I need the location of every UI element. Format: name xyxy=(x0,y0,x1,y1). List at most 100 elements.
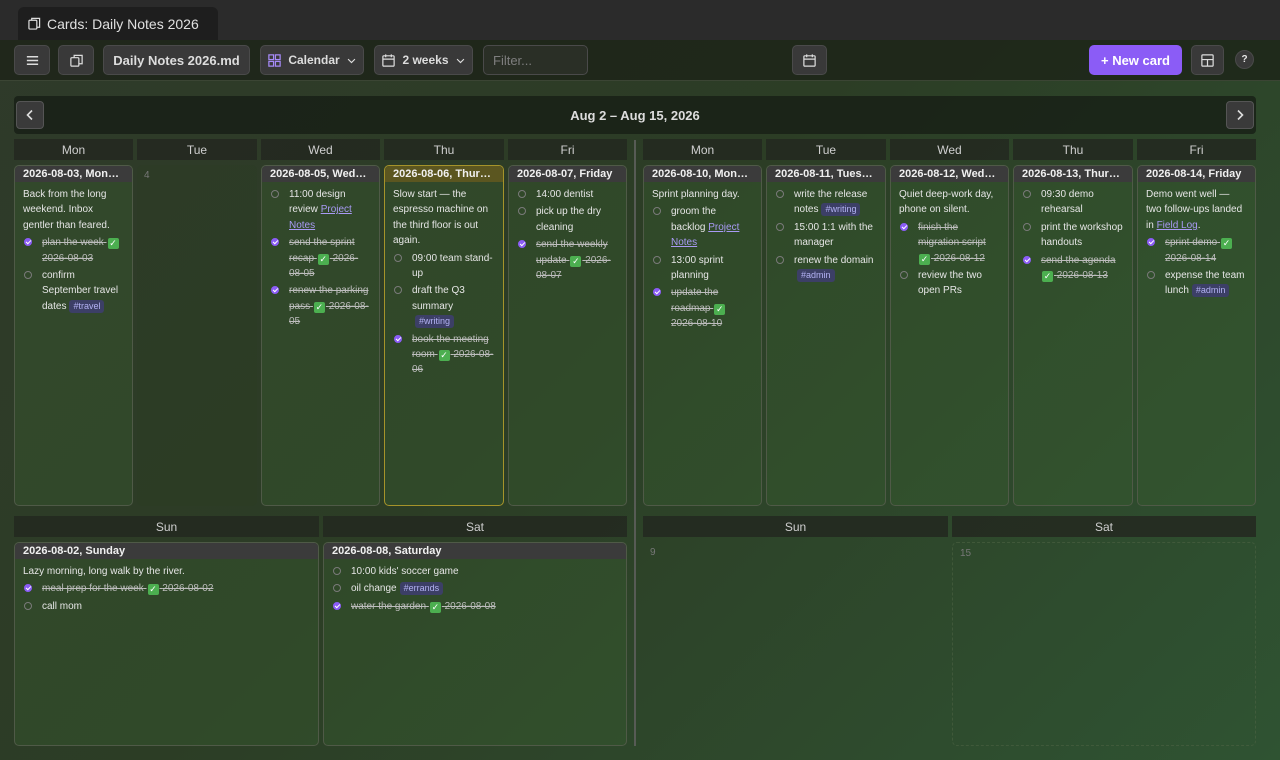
task-item[interactable]: 14:00 dentist xyxy=(517,187,618,202)
task-item[interactable]: 09:30 demo rehearsal xyxy=(1022,187,1124,218)
checkbox[interactable] xyxy=(1147,238,1155,247)
note-link[interactable]: Field Log xyxy=(1157,220,1198,231)
note-card[interactable]: 2026-08-05, Wednesday 11:00 design revie… xyxy=(261,165,380,506)
tab-cards-daily-notes[interactable]: Cards: Daily Notes 2026 xyxy=(18,7,218,40)
checkbox[interactable] xyxy=(900,271,908,280)
note-card[interactable]: 2026-08-10, Monday Sprint planning day. … xyxy=(643,165,762,506)
note-card[interactable]: 2026-08-13, Thursday 09:30 demo rehearsa… xyxy=(1013,165,1133,506)
task-item[interactable]: print the workshop handouts xyxy=(1022,220,1124,251)
task-item[interactable]: renew the domain #admin xyxy=(775,253,877,284)
task-item[interactable]: water the garden ✓ 2026-08-08 xyxy=(332,599,618,614)
next-button[interactable] xyxy=(1226,101,1254,129)
note-card[interactable]: 2026-08-07, Friday 14:00 dentist pick up… xyxy=(508,165,627,506)
task-item[interactable]: update the roadmap ✓ 2026-08-10 xyxy=(652,285,753,331)
note-card[interactable]: 2026-08-02, Sunday Lazy morning, long wa… xyxy=(14,542,319,746)
task-item[interactable]: draft the Q3 summary #writing xyxy=(393,283,495,329)
checkbox[interactable] xyxy=(271,238,279,247)
checkbox[interactable] xyxy=(653,288,661,297)
tag[interactable]: #travel xyxy=(69,299,105,313)
task-item[interactable]: 09:00 team stand-up xyxy=(393,251,495,282)
checkbox[interactable] xyxy=(333,601,341,610)
empty-day-cell[interactable]: 15 xyxy=(952,542,1256,746)
checkbox[interactable] xyxy=(653,255,661,264)
checkbox[interactable] xyxy=(271,286,279,295)
checkbox[interactable] xyxy=(24,271,32,280)
note-card[interactable]: 2026-08-14, Friday Demo went well — two … xyxy=(1137,165,1256,506)
task-item[interactable]: 10:00 kids' soccer game xyxy=(332,564,618,579)
checkbox[interactable] xyxy=(24,601,32,610)
prev-button[interactable] xyxy=(16,101,44,129)
checkbox[interactable] xyxy=(24,238,32,247)
checkbox[interactable] xyxy=(1023,190,1031,198)
task-text: send the agenda xyxy=(1041,254,1116,266)
checkbox[interactable] xyxy=(776,190,784,198)
file-name-button[interactable]: Daily Notes 2026.md xyxy=(103,45,250,75)
task-text: 09:30 demo rehearsal xyxy=(1041,189,1094,216)
tag[interactable]: #admin xyxy=(1191,284,1230,298)
checkbox[interactable] xyxy=(24,584,32,593)
checkbox[interactable] xyxy=(776,255,784,264)
note-card-today[interactable]: 2026-08-06, Thursday Slow start — the es… xyxy=(384,165,504,506)
checkbox[interactable] xyxy=(900,222,908,231)
tag[interactable]: #errands xyxy=(399,582,444,596)
checkbox[interactable] xyxy=(1023,222,1031,231)
note-card[interactable]: 2026-08-08, Saturday 10:00 kids' soccer … xyxy=(323,542,627,746)
note-card[interactable]: 2026-08-12, Wednesday Quiet deep-work da… xyxy=(890,165,1009,506)
day-header-sun: Sun xyxy=(14,516,319,537)
task-text: pick up the dry cleaning xyxy=(536,206,602,233)
task-item[interactable]: call mom xyxy=(23,599,310,614)
task-item[interactable]: write the release notes #writing xyxy=(775,187,877,218)
task-item[interactable]: pick up the dry cleaning xyxy=(517,204,618,235)
task-item[interactable]: plan the week ✓ 2026-08-03 xyxy=(23,235,124,266)
tag[interactable]: #writing xyxy=(821,203,861,217)
layout-button[interactable] xyxy=(1191,45,1224,75)
checkbox[interactable] xyxy=(271,190,279,198)
checkbox[interactable] xyxy=(394,334,402,343)
task-item[interactable]: sprint demo ✓ 2026-08-14 xyxy=(1146,235,1247,266)
empty-day-cell[interactable]: 4 xyxy=(137,165,257,506)
task-item[interactable]: 15:00 1:1 with the manager xyxy=(775,220,877,251)
note-card[interactable]: 2026-08-03, Monday Back from the long we… xyxy=(14,165,133,506)
empty-day-cell[interactable]: 9 xyxy=(643,542,948,746)
checkbox[interactable] xyxy=(394,253,402,262)
checkbox[interactable] xyxy=(333,584,341,593)
help-button[interactable]: ? xyxy=(1235,50,1254,69)
task-item[interactable]: groom the backlog Project Notes xyxy=(652,204,753,250)
tag[interactable]: #writing xyxy=(415,315,455,329)
today-button[interactable] xyxy=(792,45,827,75)
checkbox[interactable] xyxy=(518,190,526,198)
tag[interactable]: #admin xyxy=(797,269,835,283)
task-item[interactable]: finish the migration script ✓ 2026-08-12 xyxy=(899,220,1000,266)
new-card-button[interactable]: + New card xyxy=(1089,45,1182,75)
task-item[interactable]: 13:00 sprint planning xyxy=(652,253,753,284)
cards-view-button[interactable] xyxy=(58,45,94,75)
task-item[interactable]: meal prep for the week ✓ 2026-08-02 xyxy=(23,581,310,596)
span-select[interactable]: 2 weeks xyxy=(374,45,473,75)
task-item[interactable]: send the weekly update ✓ 2026-08-07 xyxy=(517,237,618,283)
checkbox[interactable] xyxy=(776,222,784,231)
filter-input[interactable] xyxy=(483,45,588,75)
note-card[interactable]: 2026-08-11, Tuesday write the release no… xyxy=(766,165,886,506)
checkbox[interactable] xyxy=(394,286,402,295)
chevron-right-icon xyxy=(1237,109,1244,121)
task-item[interactable]: renew the parking pass ✓ 2026-08-05 xyxy=(270,283,371,329)
task-item[interactable]: book the meeting room ✓ 2026-08-06 xyxy=(393,332,495,378)
task-item[interactable]: send the sprint recap ✓ 2026-08-05 xyxy=(270,235,371,281)
task-item[interactable]: expense the team lunch #admin xyxy=(1146,268,1247,299)
task-text: meal prep for the week xyxy=(42,583,144,595)
task-item[interactable]: oil change #errands xyxy=(332,581,618,596)
checkbox[interactable] xyxy=(1023,255,1031,264)
task-item[interactable]: review the two open PRs xyxy=(899,268,1000,299)
view-select[interactable]: Calendar xyxy=(260,45,364,75)
card-title: 2026-08-05, Wednesday xyxy=(262,166,379,182)
done-check-icon: ✓ xyxy=(317,253,329,265)
checkbox[interactable] xyxy=(653,207,661,216)
checkbox[interactable] xyxy=(518,240,526,249)
checkbox[interactable] xyxy=(333,567,341,575)
task-item[interactable]: confirm September travel dates #travel xyxy=(23,268,124,314)
task-item[interactable]: send the agenda ✓ 2026-08-13 xyxy=(1022,253,1124,284)
checkbox[interactable] xyxy=(1147,271,1155,280)
task-item[interactable]: 11:00 design review Project Notes xyxy=(270,187,371,233)
checkbox[interactable] xyxy=(518,207,526,216)
menu-button[interactable] xyxy=(14,45,50,75)
